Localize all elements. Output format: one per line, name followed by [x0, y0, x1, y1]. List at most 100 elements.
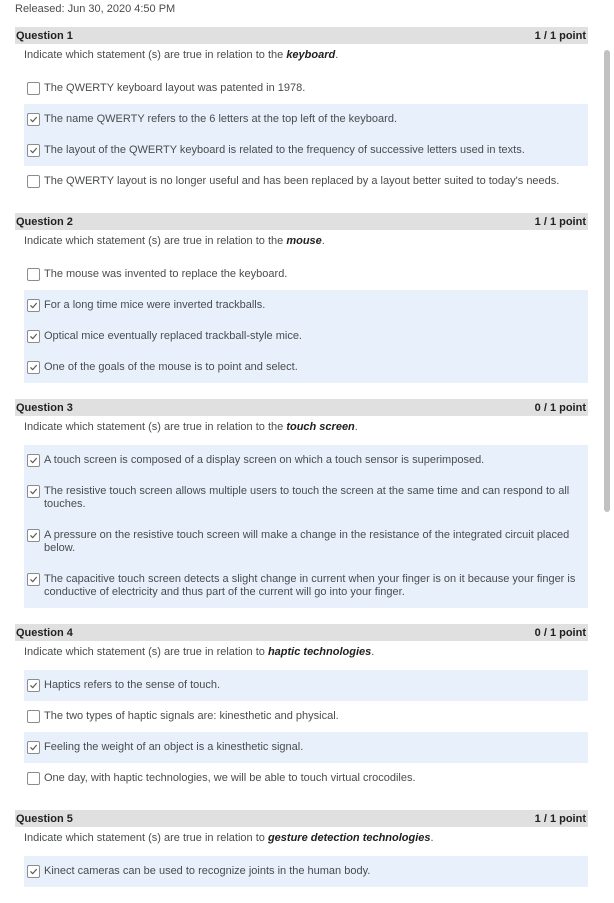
- options-list: A touch screen is composed of a display …: [24, 445, 588, 608]
- answer-option[interactable]: One of the goals of the mouse is to poin…: [24, 352, 588, 383]
- check-icon: [29, 743, 38, 752]
- question-block: Question 4 0 / 1 point Indicate which stat…: [15, 624, 588, 810]
- checkbox-checked[interactable]: [27, 113, 40, 126]
- prompt-punctuation: .: [430, 832, 434, 844]
- checkbox-unchecked[interactable]: [27, 710, 40, 723]
- options-list: Haptics refers to the sense of touch. The…: [24, 670, 588, 794]
- prompt-topic: touch screen: [286, 421, 355, 433]
- option-text: The QWERTY keyboard layout was patented …: [44, 82, 306, 94]
- question-prompt: Indicate which statement (s) are true in…: [15, 416, 588, 439]
- question-header: Question 1 1 / 1 point: [15, 27, 588, 44]
- checkbox-checked[interactable]: [27, 144, 40, 157]
- prompt-punctuation: .: [354, 421, 358, 433]
- question-spacer: [15, 608, 588, 624]
- checkbox-unchecked[interactable]: [27, 268, 40, 281]
- check-icon: [29, 332, 38, 341]
- option-text: The mouse was invented to replace the ke…: [44, 268, 288, 280]
- check-icon: [29, 867, 38, 876]
- option-text: The two types of haptic signals are: kin…: [44, 710, 339, 722]
- prompt-punctuation: .: [335, 49, 339, 61]
- checkbox-checked[interactable]: [27, 679, 40, 692]
- checkbox-checked[interactable]: [27, 529, 40, 542]
- question-prompt: Indicate which statement (s) are true in…: [15, 827, 588, 850]
- question-prompt: Indicate which statement (s) are true in…: [15, 230, 588, 253]
- prompt-text: Indicate which statement (s) are true in…: [24, 235, 287, 247]
- prompt-topic: gesture detection technologies: [267, 832, 431, 844]
- checkbox-checked[interactable]: [27, 361, 40, 374]
- scrollbar-thumb[interactable]: [604, 50, 610, 512]
- check-icon: [29, 681, 38, 690]
- check-icon: [29, 487, 38, 496]
- question-spacer: [15, 794, 588, 810]
- checkbox-checked[interactable]: [27, 330, 40, 343]
- answer-option[interactable]: For a long time mice were inverted track…: [24, 290, 588, 321]
- option-text: For a long time mice were inverted track…: [44, 299, 266, 311]
- option-text: Haptics refers to the sense of touch.: [44, 679, 221, 691]
- option-text: The layout of the QWERTY keyboard is rel…: [44, 144, 525, 156]
- checkbox-checked[interactable]: [27, 299, 40, 312]
- check-icon: [29, 456, 38, 465]
- check-icon: [29, 146, 38, 155]
- checkbox-checked[interactable]: [27, 485, 40, 498]
- prompt-topic: keyboard: [286, 49, 336, 61]
- answer-option[interactable]: The capacitive touch screen detects a sl…: [24, 564, 588, 608]
- option-text: One of the goals of the mouse is to poin…: [44, 361, 298, 373]
- checkbox-checked[interactable]: [27, 865, 40, 878]
- checkbox-unchecked[interactable]: [27, 175, 40, 188]
- answer-option[interactable]: Feeling the weight of an object is a kin…: [24, 732, 588, 763]
- prompt-punctuation: .: [371, 646, 375, 658]
- question-header: Question 3 0 / 1 point: [15, 399, 588, 416]
- answer-option[interactable]: A touch screen is composed of a display …: [24, 445, 588, 476]
- released-date: Released: Jun 30, 2020 4:50 PM: [15, 3, 176, 15]
- question-score: 0 / 1 point: [534, 401, 586, 414]
- question-spacer: [15, 197, 588, 213]
- checkbox-checked[interactable]: [27, 454, 40, 467]
- prompt-text: Indicate which statement (s) are true in…: [24, 646, 268, 658]
- option-text: Feeling the weight of an object is a kin…: [44, 741, 304, 753]
- question-header: Question 2 1 / 1 point: [15, 213, 588, 230]
- question-title: Question 2: [16, 215, 73, 228]
- answer-option[interactable]: Haptics refers to the sense of touch.: [24, 670, 588, 701]
- checkbox-unchecked[interactable]: [27, 772, 40, 785]
- check-icon: [29, 363, 38, 372]
- answer-option[interactable]: The mouse was invented to replace the ke…: [24, 259, 588, 290]
- checkbox-checked[interactable]: [27, 573, 40, 586]
- answer-option[interactable]: The QWERTY keyboard layout was patented …: [24, 73, 588, 104]
- options-list: The mouse was invented to replace the ke…: [24, 259, 588, 383]
- answer-option[interactable]: Optical mice eventually replaced trackba…: [24, 321, 588, 352]
- answer-option[interactable]: The name QWERTY refers to the 6 letters …: [24, 104, 588, 135]
- option-text: The name QWERTY refers to the 6 letters …: [44, 113, 397, 125]
- answer-option[interactable]: The QWERTY layout is no longer useful an…: [24, 166, 588, 197]
- answer-option[interactable]: One day, with haptic technologies, we wi…: [24, 763, 588, 794]
- question-score: 0 / 1 point: [534, 626, 586, 639]
- prompt-text: Indicate which statement (s) are true in…: [24, 49, 287, 61]
- check-icon: [29, 115, 38, 124]
- check-icon: [29, 531, 38, 540]
- question-title: Question 3: [16, 401, 73, 414]
- question-header: Question 4 0 / 1 point: [15, 624, 588, 641]
- option-text: Optical mice eventually replaced trackba…: [44, 330, 302, 342]
- answer-option[interactable]: The resistive touch screen allows multip…: [24, 476, 588, 520]
- question-title: Question 4: [16, 626, 73, 639]
- question-spacer: [15, 887, 588, 903]
- checkbox-unchecked[interactable]: [27, 82, 40, 95]
- question-prompt: Indicate which statement (s) are true in…: [15, 44, 588, 67]
- option-text: One day, with haptic technologies, we wi…: [44, 772, 416, 784]
- answer-option[interactable]: A pressure on the resistive touch screen…: [24, 520, 588, 564]
- question-prompt: Indicate which statement (s) are true in…: [15, 641, 588, 664]
- quiz-results: Question 1 1 / 1 point Indicate which stat…: [15, 27, 588, 903]
- question-score: 1 / 1 point: [534, 812, 586, 825]
- prompt-text: Indicate which statement (s) are true in…: [24, 421, 287, 433]
- answer-option[interactable]: Kinect cameras can be used to recognize …: [24, 856, 588, 887]
- answer-option[interactable]: The two types of haptic signals are: kin…: [24, 701, 588, 732]
- question-spacer: [15, 383, 588, 399]
- options-list: The QWERTY keyboard layout was patented …: [24, 73, 588, 197]
- question-score: 1 / 1 point: [534, 29, 586, 42]
- question-block: Question 5 1 / 1 point Indicate which stat…: [15, 810, 588, 903]
- options-list: Kinect cameras can be used to recognize …: [24, 856, 588, 887]
- checkbox-checked[interactable]: [27, 741, 40, 754]
- answer-option[interactable]: The layout of the QWERTY keyboard is rel…: [24, 135, 588, 166]
- option-text: The capacitive touch screen detects a sl…: [44, 573, 576, 598]
- prompt-punctuation: .: [321, 235, 325, 247]
- question-header: Question 5 1 / 1 point: [15, 810, 588, 827]
